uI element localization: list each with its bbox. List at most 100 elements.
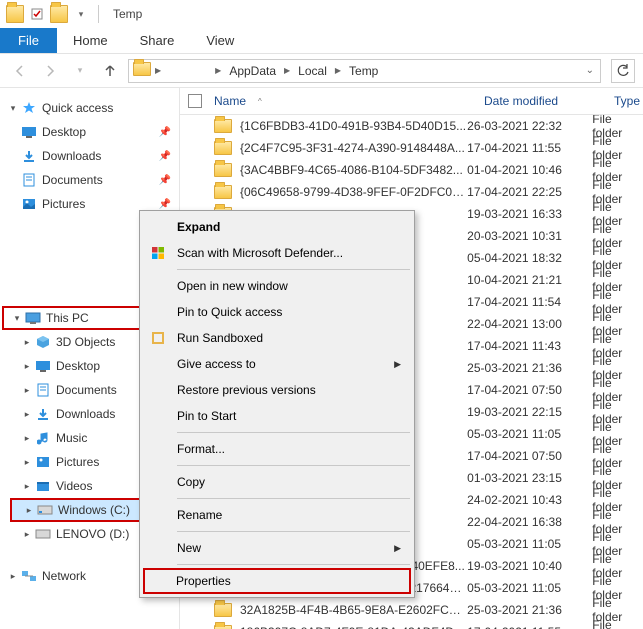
separator — [98, 5, 99, 23]
menu-separator — [177, 498, 410, 499]
file-tab[interactable]: File — [0, 28, 57, 53]
nav-up-button[interactable] — [98, 59, 122, 83]
folder-icon — [50, 5, 68, 23]
file-name: {3AC4BBF9-4C65-4086-B104-5DF3482... — [240, 163, 467, 177]
chevron-right-icon[interactable]: ▶ — [213, 66, 223, 75]
file-date: 17-04-2021 07:50 — [467, 449, 592, 463]
pin-icon: 📌 — [159, 127, 171, 138]
menu-format[interactable]: Format... — [143, 436, 411, 462]
chevron-right-icon[interactable]: ▸ — [22, 505, 36, 516]
chevron-right-icon[interactable]: ▶ — [282, 66, 292, 75]
breadcrumb[interactable]: ▶ ▶ AppData ▶ Local ▶ Temp ⌄ — [128, 59, 601, 83]
table-row[interactable]: 186B397C-8AD7-4F9E-81DA-43ADF4D...17-04-… — [180, 621, 643, 629]
chevron-right-icon: ▶ — [394, 359, 401, 370]
pin-icon: 📌 — [159, 175, 171, 186]
tab-home[interactable]: Home — [57, 28, 124, 53]
table-row[interactable]: {06C49658-9799-4D38-9FEF-0F2DFC0B...17-0… — [180, 181, 643, 203]
chevron-right-icon[interactable]: ▸ — [20, 481, 34, 492]
shield-icon — [149, 244, 167, 262]
breadcrumb-segment[interactable]: AppData — [225, 60, 280, 82]
nav-forward-button[interactable] — [38, 59, 62, 83]
file-date: 19-03-2021 10:40 — [467, 559, 592, 573]
quick-access-toolbar: ▾ — [6, 5, 90, 23]
table-row[interactable]: {2C4F7C95-3F31-4274-A390-9148448A...17-0… — [180, 137, 643, 159]
chevron-right-icon[interactable]: ▸ — [20, 433, 34, 444]
file-name: 186B397C-8AD7-4F9E-81DA-43ADF4D... — [240, 625, 467, 629]
menu-separator — [177, 564, 410, 565]
folder-icon — [214, 163, 232, 177]
sidebar-quick-access[interactable]: ▾ Quick access — [0, 96, 179, 120]
chevron-down-icon[interactable]: ▾ — [6, 103, 20, 114]
file-date: 05-03-2021 11:05 — [467, 427, 592, 441]
file-type: File folder — [592, 618, 643, 629]
table-row[interactable]: {3AC4BBF9-4C65-4086-B104-5DF3482...01-04… — [180, 159, 643, 181]
tab-share[interactable]: Share — [124, 28, 191, 53]
menu-expand[interactable]: Expand — [143, 214, 411, 240]
menu-give-access-to[interactable]: Give access to▶ — [143, 351, 411, 377]
sidebar-item-label: This PC — [46, 311, 89, 325]
drive-icon — [36, 501, 54, 519]
file-date: 17-04-2021 22:25 — [467, 185, 592, 199]
sidebar-item-desktop[interactable]: Desktop 📌 — [0, 120, 179, 144]
column-type[interactable]: Type — [614, 94, 640, 108]
chevron-right-icon[interactable]: ▸ — [20, 361, 34, 372]
chevron-down-icon[interactable]: ⌄ — [584, 65, 596, 76]
file-date: 01-03-2021 23:15 — [467, 471, 592, 485]
column-date[interactable]: Date modified — [484, 94, 614, 108]
file-date: 17-04-2021 07:50 — [467, 383, 592, 397]
menu-run-sandboxed[interactable]: Run Sandboxed — [143, 325, 411, 351]
window-title: Temp — [113, 7, 142, 21]
table-row[interactable]: 32A1825B-4F4B-4B65-9E8A-E2602FCD...25-03… — [180, 599, 643, 621]
sort-ascending-icon: ^ — [258, 97, 262, 106]
videos-icon — [34, 477, 52, 495]
chevron-right-icon[interactable]: ▸ — [20, 385, 34, 396]
chevron-right-icon[interactable]: ▶ — [333, 66, 343, 75]
menu-restore-previous[interactable]: Restore previous versions — [143, 377, 411, 403]
chevron-down-icon[interactable]: ▾ — [10, 313, 24, 324]
sidebar-item-label: Downloads — [56, 407, 115, 421]
file-date: 22-04-2021 13:00 — [467, 317, 592, 331]
menu-rename[interactable]: Rename — [143, 502, 411, 528]
menu-pin-to-start[interactable]: Pin to Start — [143, 403, 411, 429]
menu-new[interactable]: New▶ — [143, 535, 411, 561]
menu-copy[interactable]: Copy — [143, 469, 411, 495]
chevron-right-icon[interactable]: ▸ — [20, 457, 34, 468]
sidebar-item-label: 3D Objects — [56, 335, 115, 349]
documents-icon — [34, 381, 52, 399]
chevron-right-icon[interactable]: ▸ — [20, 337, 34, 348]
chevron-right-icon[interactable]: ▶ — [153, 66, 163, 75]
chevron-right-icon[interactable]: ▸ — [20, 529, 34, 540]
column-name[interactable]: Name^ — [214, 94, 484, 108]
pin-qat-icon[interactable] — [28, 5, 46, 23]
computer-icon — [24, 309, 42, 327]
menu-pin-quick-access[interactable]: Pin to Quick access — [143, 299, 411, 325]
sidebar-item-downloads[interactable]: Downloads 📌 — [0, 144, 179, 168]
qat-dropdown-icon[interactable]: ▾ — [72, 5, 90, 23]
sidebar-item-documents[interactable]: Documents 📌 — [0, 168, 179, 192]
sidebar-item-label: Documents — [56, 383, 117, 397]
nav-recent-dropdown[interactable]: ▾ — [68, 59, 92, 83]
menu-properties[interactable]: Properties — [143, 568, 411, 594]
file-date: 22-04-2021 16:38 — [467, 515, 592, 529]
tab-view[interactable]: View — [190, 28, 250, 53]
sidebar-item-label: Videos — [56, 479, 92, 493]
menu-separator — [177, 432, 410, 433]
breadcrumb-segment[interactable]: Local — [294, 60, 331, 82]
desktop-icon — [34, 357, 52, 375]
menu-open-new-window[interactable]: Open in new window — [143, 273, 411, 299]
chevron-right-icon[interactable]: ▸ — [20, 409, 34, 420]
chevron-right-icon: ▶ — [394, 543, 401, 554]
file-name: {2C4F7C95-3F31-4274-A390-9148448A... — [240, 141, 467, 155]
nav-back-button[interactable] — [8, 59, 32, 83]
breadcrumb-segment[interactable]: Temp — [345, 60, 382, 82]
menu-scan-defender[interactable]: Scan with Microsoft Defender... — [143, 240, 411, 266]
select-all-checkbox[interactable] — [188, 94, 202, 108]
refresh-button[interactable] — [611, 59, 635, 83]
sidebar-item-label: Pictures — [42, 197, 85, 211]
sidebar-item-label: Desktop — [42, 125, 86, 139]
pin-icon: 📌 — [159, 199, 171, 210]
table-row[interactable]: {1C6FBDB3-41D0-491B-93B4-5D40D15...26-03… — [180, 115, 643, 137]
folder-icon — [6, 5, 24, 23]
3d-objects-icon — [34, 333, 52, 351]
chevron-right-icon[interactable]: ▸ — [6, 571, 20, 582]
